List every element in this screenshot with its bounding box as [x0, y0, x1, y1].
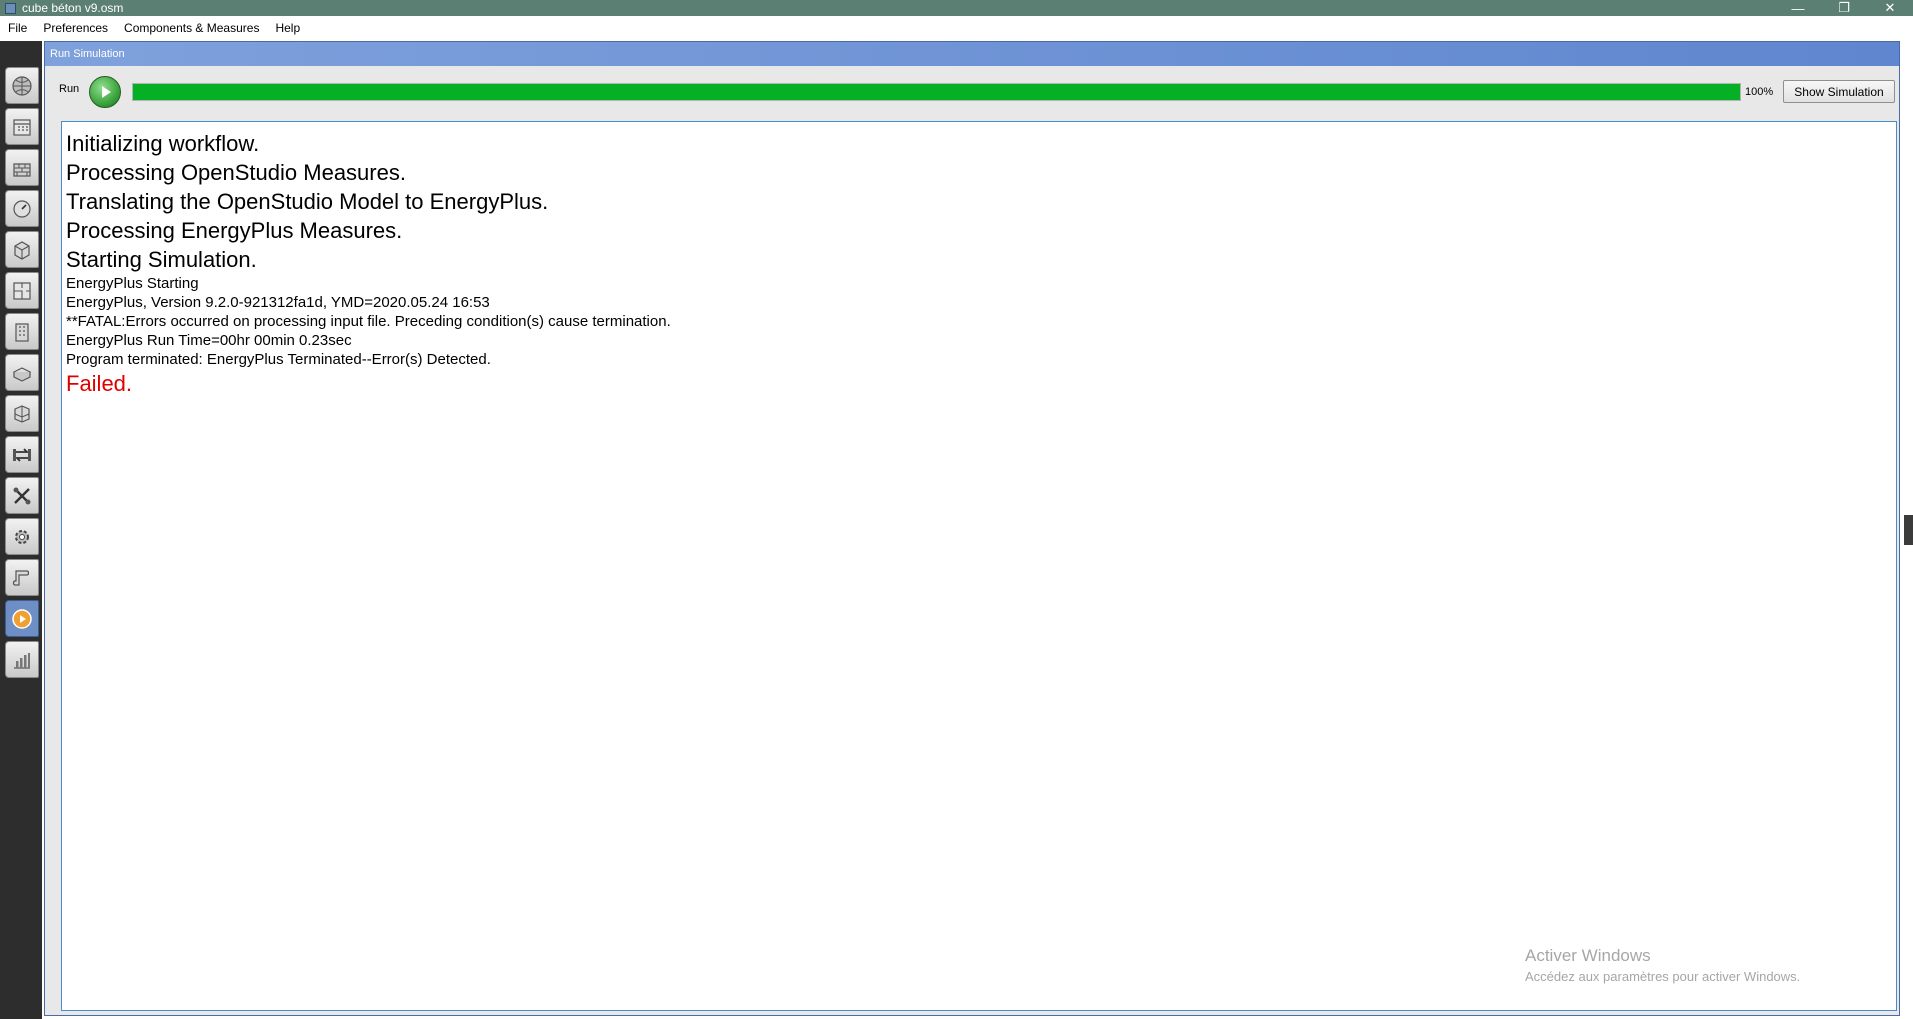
sidebar-item-spaces[interactable] — [5, 354, 39, 391]
globe-icon — [12, 75, 32, 96]
log-line: Starting Simulation. — [66, 247, 257, 272]
menu-help[interactable]: Help — [267, 16, 308, 41]
loop-icon — [13, 447, 31, 462]
close-button[interactable]: ✕ — [1867, 0, 1913, 16]
gauge-icon — [13, 199, 31, 218]
run-simulation-panel: Run Simulation Run 100% Show Simulation … — [44, 41, 1900, 1016]
menu-preferences[interactable]: Preferences — [35, 16, 116, 41]
zones-icon — [14, 404, 30, 423]
log-line: Initializing workflow. — [66, 131, 260, 156]
log-line: Processing EnergyPlus Measures. — [66, 218, 403, 243]
status-failed: Failed. — [66, 371, 133, 396]
bricks-icon — [13, 162, 31, 177]
run-controls: Run 100% Show Simulation — [45, 76, 1899, 108]
sidebar-item-simulation-settings[interactable] — [5, 518, 39, 555]
bar-chart-icon — [14, 652, 30, 669]
log-line: EnergyPlus Run Time=00hr 00min 0.23sec — [66, 332, 352, 349]
sidebar-item-schedules[interactable] — [5, 108, 39, 145]
log-line: Processing OpenStudio Measures. — [66, 160, 406, 185]
sidebar-item-facility[interactable] — [5, 313, 39, 350]
log-line: Translating the OpenStudio Model to Ener… — [66, 189, 549, 214]
windows-activation-watermark-subtitle: Accédez aux paramètres pour activer Wind… — [1525, 969, 1801, 984]
floorplan-icon — [13, 281, 31, 300]
menu-components-measures[interactable]: Components & Measures — [116, 16, 267, 41]
app-icon — [5, 2, 16, 14]
restore-button[interactable]: ❐ — [1821, 0, 1867, 16]
sidebar-item-results-summary[interactable] — [5, 641, 39, 678]
sidebar-item-output-variables[interactable] — [5, 477, 39, 514]
building-icon — [15, 322, 29, 342]
minimize-button[interactable]: — — [1775, 0, 1821, 16]
log-line: EnergyPlus, Version 9.2.0-921312fa1d, YM… — [66, 294, 490, 311]
progress-percent: 100% — [1745, 86, 1774, 98]
progress-fill — [133, 84, 1740, 100]
tools-icon — [13, 487, 31, 504]
windows-activation-watermark-title: Activer Windows — [1525, 946, 1651, 965]
sidebar-item-site[interactable] — [5, 67, 39, 104]
vertical-tab-bar — [0, 41, 42, 1019]
run-icon — [12, 608, 32, 629]
log-line: EnergyPlus Starting — [66, 275, 199, 292]
run-button[interactable] — [89, 76, 121, 108]
menu-file[interactable]: File — [0, 16, 35, 41]
window-controls: — ❐ ✕ — [1775, 0, 1913, 16]
box-icon — [12, 366, 32, 382]
sidebar-item-geometry[interactable] — [5, 272, 39, 309]
sidebar-item-space-types[interactable] — [5, 231, 39, 268]
sidebar-item-loads[interactable] — [5, 190, 39, 227]
run-label: Run — [59, 83, 80, 95]
progress-bar — [132, 83, 1741, 101]
gear-icon — [15, 529, 29, 544]
simulation-log[interactable]: Initializing workflow. Processing OpenSt… — [61, 121, 1897, 1011]
script-icon — [12, 569, 30, 586]
sidebar-item-measures[interactable] — [5, 559, 39, 596]
play-icon — [102, 86, 111, 98]
menu-bar: File Preferences Components & Measures H… — [0, 16, 1913, 41]
sidebar-item-hvac-systems[interactable] — [5, 436, 39, 473]
splitter-handle[interactable] — [1904, 515, 1913, 545]
title-bar: cube béton v9.osm — ❐ ✕ — [0, 0, 1913, 16]
sidebar-item-run-simulation[interactable] — [5, 600, 39, 637]
cube-icon — [14, 240, 30, 260]
panel-header: Run Simulation — [45, 42, 1899, 66]
sidebar-item-thermal-zones[interactable] — [5, 395, 39, 432]
window-title: cube béton v9.osm — [22, 1, 124, 15]
calendar-icon — [13, 118, 31, 136]
sidebar-item-constructions[interactable] — [5, 149, 39, 186]
log-line: **FATAL:Errors occurred on processing in… — [66, 313, 671, 330]
show-simulation-button[interactable]: Show Simulation — [1783, 80, 1895, 103]
log-line: Program terminated: EnergyPlus Terminate… — [66, 351, 491, 368]
